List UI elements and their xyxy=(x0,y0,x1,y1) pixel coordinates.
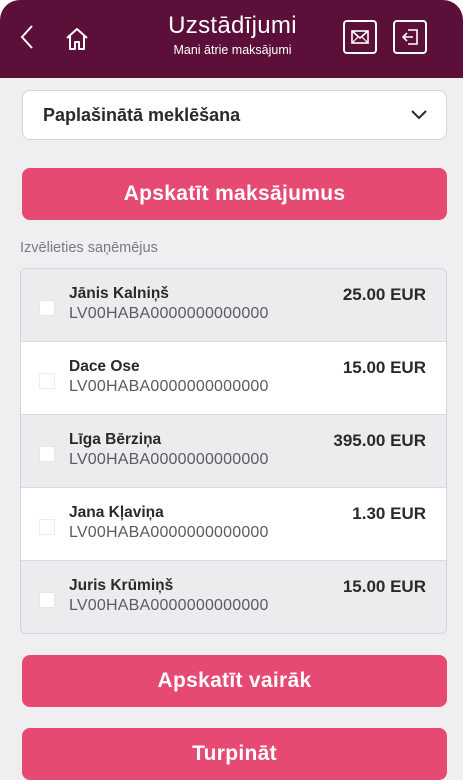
home-icon xyxy=(66,28,88,50)
view-payments-button[interactable]: Apskatīt maksājumus xyxy=(22,168,447,220)
recipient-name: Līga Bērziņa xyxy=(69,431,162,448)
logout-button[interactable] xyxy=(393,20,427,54)
envelope-icon xyxy=(351,30,369,44)
chevron-down-icon xyxy=(411,110,427,120)
recipient-iban: LV00HABA0000000000000 xyxy=(69,597,269,614)
recipient-amount: 395.00 EUR xyxy=(333,431,426,450)
recipient-checkbox[interactable] xyxy=(39,373,55,389)
continue-button[interactable]: Turpināt xyxy=(22,728,447,780)
recipient-checkbox[interactable] xyxy=(39,519,55,535)
recipient-iban: LV00HABA0000000000000 xyxy=(69,305,269,322)
list-item[interactable]: Jana Kļaviņa LV00HABA0000000000000 1.30 … xyxy=(21,488,446,561)
recipient-checkbox[interactable] xyxy=(39,446,55,462)
recipients-list: Jānis Kalniņš LV00HABA0000000000000 25.0… xyxy=(20,268,447,634)
page-subtitle: Mani ātrie maksājumi xyxy=(173,43,292,57)
app-screen: Uzstādījumi Mani ātrie maksājumi Paplaši… xyxy=(0,0,463,780)
recipient-amount: 25.00 EUR xyxy=(342,285,426,304)
recipient-amount: 15.00 EUR xyxy=(342,577,426,596)
header-titles: Uzstādījumi Mani ātrie maksājumi xyxy=(150,12,315,58)
recipient-checkbox[interactable] xyxy=(39,300,55,316)
back-button[interactable] xyxy=(16,22,38,52)
chevron-left-icon xyxy=(20,25,33,49)
recipient-name: Jana Kļaviņa xyxy=(69,504,164,521)
recipient-name: Jānis Kalniņš xyxy=(69,285,169,302)
page-title: Uzstādījumi xyxy=(168,12,297,39)
recipient-name: Juris Krūmiņš xyxy=(69,577,174,594)
recipients-section-label: Izvēlieties saņēmējus xyxy=(20,240,158,256)
dropdown-label: Paplašinātā meklēšana xyxy=(43,105,241,125)
recipient-amount: 1.30 EUR xyxy=(352,504,426,523)
home-button[interactable] xyxy=(62,24,92,54)
list-item[interactable]: Līga Bērziņa LV00HABA0000000000000 395.0… xyxy=(21,415,446,488)
advanced-search-dropdown[interactable]: Paplašinātā meklēšana xyxy=(22,90,447,140)
list-item[interactable]: Dace Ose LV00HABA0000000000000 15.00 EUR xyxy=(21,342,446,415)
list-item[interactable]: Jānis Kalniņš LV00HABA0000000000000 25.0… xyxy=(21,269,446,342)
recipient-iban: LV00HABA0000000000000 xyxy=(69,378,269,395)
view-more-button[interactable]: Apskatīt vairāk xyxy=(22,655,447,707)
recipient-amount: 15.00 EUR xyxy=(342,358,426,377)
recipient-checkbox[interactable] xyxy=(39,592,55,608)
messages-button[interactable] xyxy=(343,20,377,54)
recipient-iban: LV00HABA0000000000000 xyxy=(69,451,269,468)
list-item[interactable]: Juris Krūmiņš LV00HABA0000000000000 15.0… xyxy=(21,561,446,633)
recipient-iban: LV00HABA0000000000000 xyxy=(69,524,269,541)
logout-icon xyxy=(401,29,418,45)
recipient-name: Dace Ose xyxy=(69,358,140,375)
top-bar: Uzstādījumi Mani ātrie maksājumi xyxy=(0,0,463,78)
